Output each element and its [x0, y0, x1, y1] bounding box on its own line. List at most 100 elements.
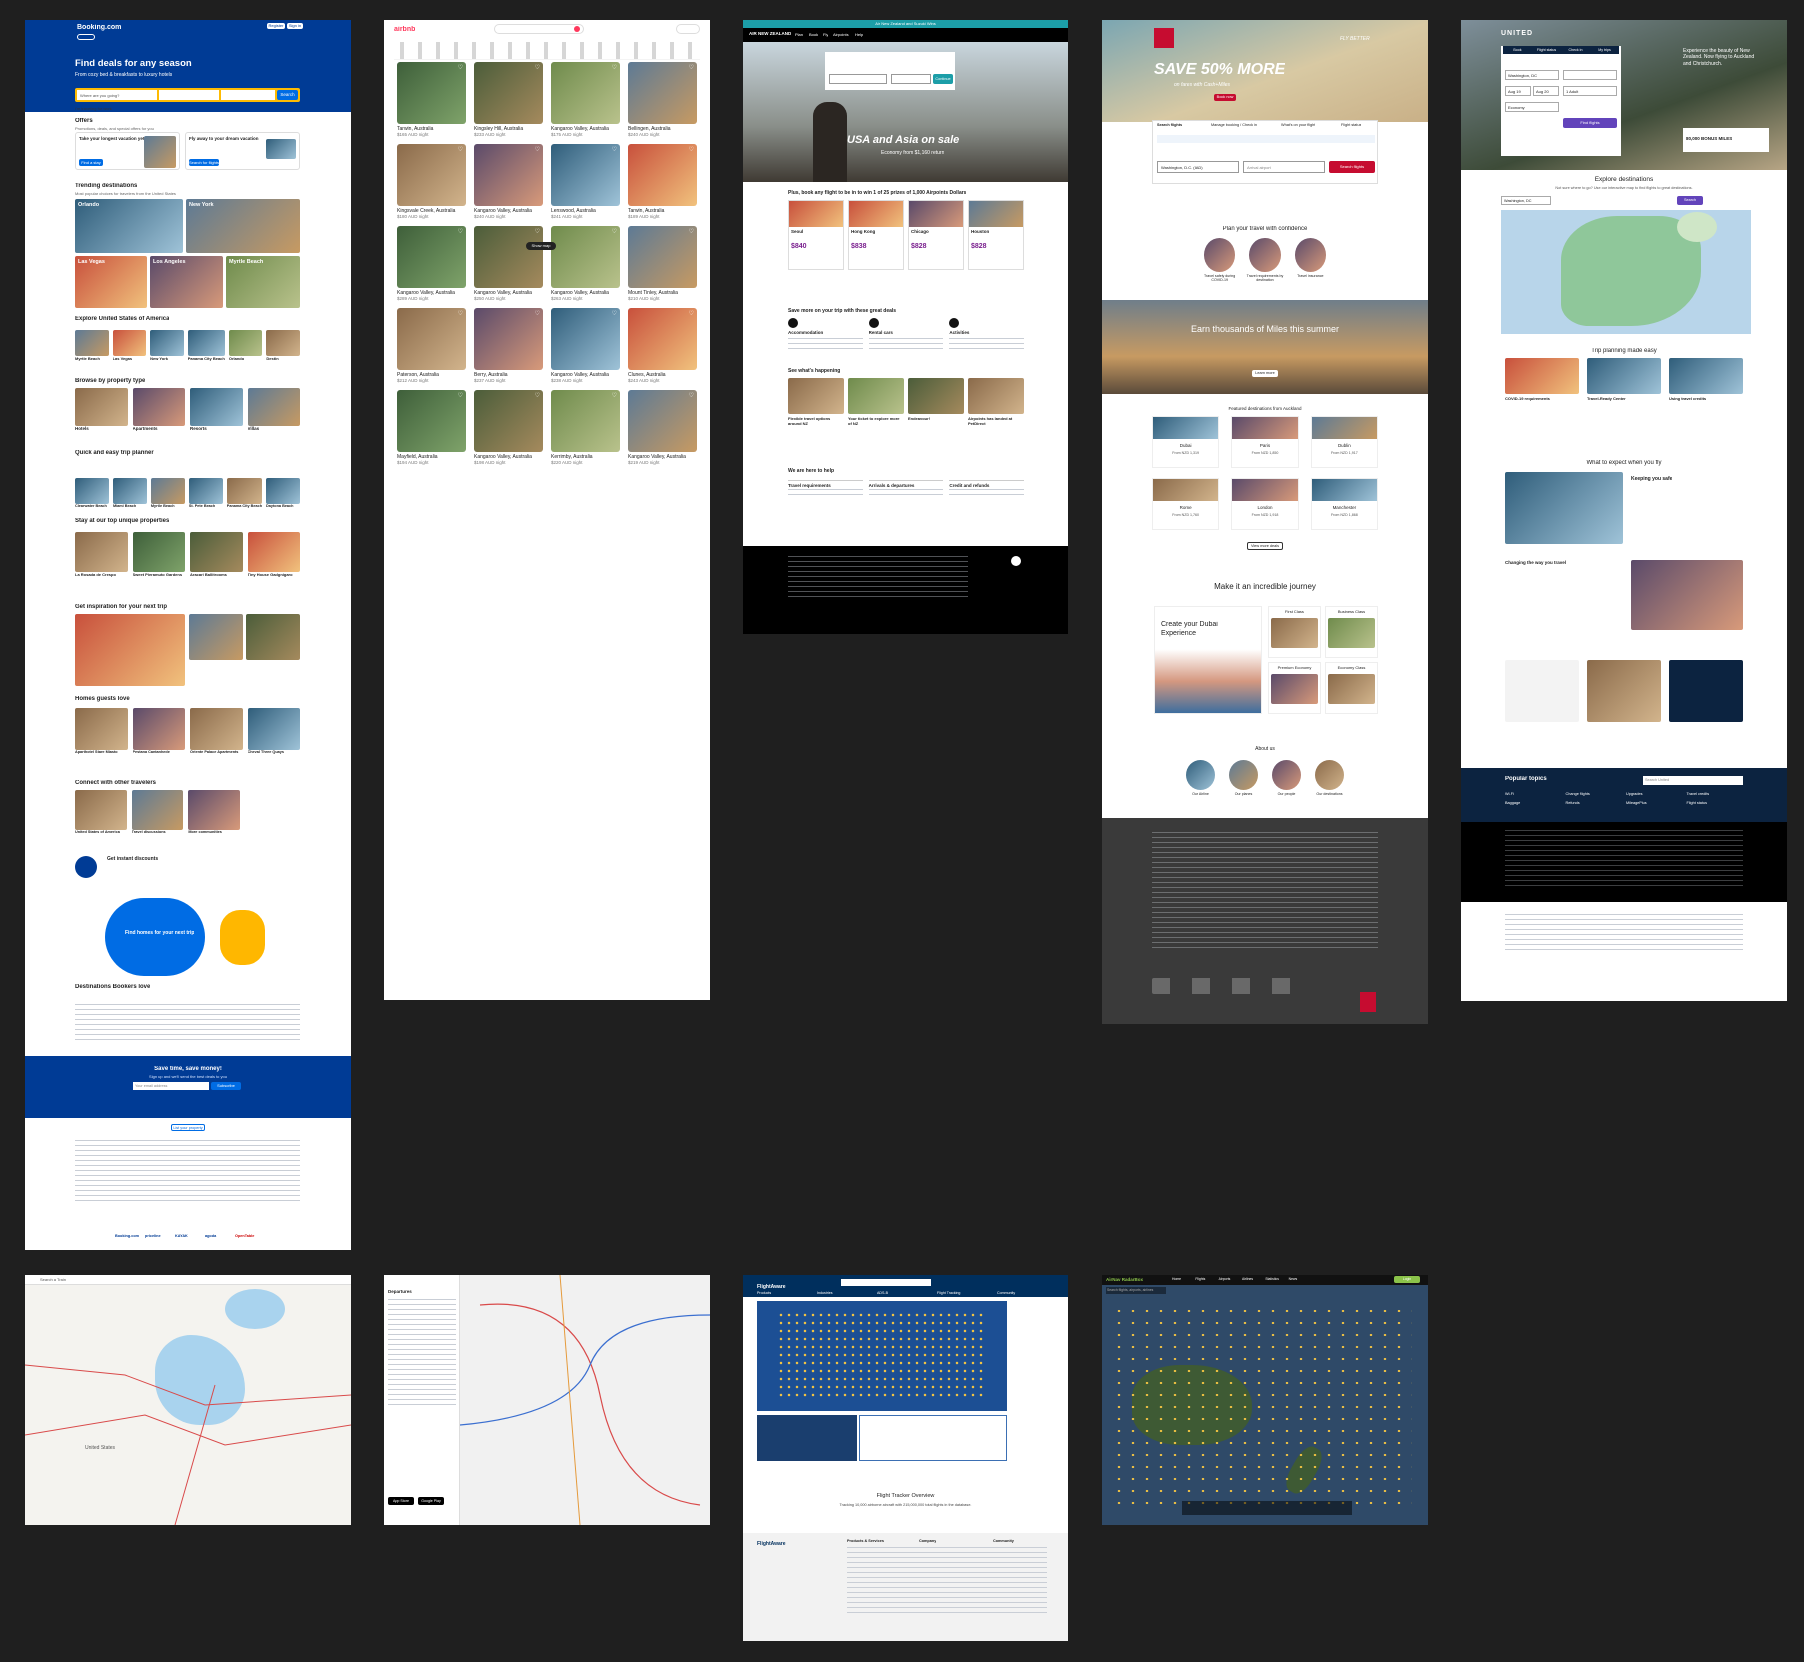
nav-item[interactable]: Airports	[1219, 1277, 1242, 1281]
user-menu[interactable]	[676, 24, 700, 34]
explore-item[interactable]: Myrtle Beach	[75, 330, 109, 361]
listing-card[interactable]: ♡ Mayfield, Australia $194 AUD night	[397, 389, 466, 466]
connect-item[interactable]: Travel discussions	[131, 790, 184, 835]
nav-book[interactable]: Book	[809, 32, 818, 37]
explore-item[interactable]: Orlando	[228, 330, 263, 361]
tab-search-flights[interactable]: Search flights	[1157, 123, 1182, 128]
from-input[interactable]	[829, 74, 887, 84]
brand-logo[interactable]: KAYAK	[175, 1234, 205, 1239]
about-item[interactable]: Our people	[1268, 760, 1305, 796]
offer-card-2[interactable]: Fly away to your dream vacation Search f…	[185, 132, 300, 170]
heart-icon[interactable]: ♡	[458, 311, 463, 319]
heart-icon[interactable]: ♡	[689, 393, 694, 401]
heart-icon[interactable]: ♡	[535, 147, 540, 155]
signin-button[interactable]: Sign in	[287, 23, 303, 29]
popular-link[interactable]: Travel credits	[1687, 792, 1744, 797]
unique-item[interactable]: La Rosada de Crespo	[75, 532, 128, 577]
newsletter-email-input[interactable]: Your email address	[133, 1082, 209, 1090]
heart-icon[interactable]: ♡	[458, 65, 463, 73]
listing-card[interactable]: ♡ Lenswood, Australia $241 AUD night	[551, 143, 620, 220]
app-store-badge[interactable]: App Store	[388, 1497, 414, 1505]
nav-item[interactable]: Flights	[1195, 1277, 1218, 1281]
search-button[interactable]: Search	[277, 90, 298, 100]
explore-from-input[interactable]: Washington, DC	[1501, 196, 1551, 205]
listing-card[interactable]: ♡ Kangaroo Valley, Australia $219 AUD nigh…	[628, 389, 697, 466]
show-map-button[interactable]: Show map	[526, 242, 556, 250]
view-more-button[interactable]: View more deals	[1247, 542, 1283, 550]
guests-input[interactable]	[221, 90, 275, 100]
deal-card[interactable]: Houston $828	[968, 200, 1024, 270]
heart-icon[interactable]: ♡	[689, 65, 694, 73]
promo-tile[interactable]	[1505, 660, 1579, 722]
deal-card[interactable]: Seoul $840	[788, 200, 844, 270]
offer-card-1[interactable]: Take your longest vacation yet Find a st…	[75, 132, 180, 170]
booking-logo[interactable]: Booking.com	[77, 24, 121, 33]
to-input[interactable]	[1563, 70, 1617, 80]
brand-logo[interactable]: OpenTable	[235, 1234, 265, 1239]
tab-check-in[interactable]: Check in	[1561, 48, 1590, 52]
aircraft-overlay[interactable]	[1112, 1305, 1412, 1505]
popular-link[interactable]: Upgrades	[1626, 792, 1683, 797]
list-property-button[interactable]: List your property	[171, 1124, 205, 1131]
cabin-card[interactable]: Business Class	[1325, 606, 1378, 658]
brand-logo[interactable]: agoda	[205, 1234, 235, 1239]
nav-item[interactable]: Community	[997, 1291, 1057, 1295]
home-item[interactable]: Pestana Cantanhede	[132, 708, 185, 755]
destination-card[interactable]: London From NZD 1,918	[1231, 478, 1299, 530]
promo-banner[interactable]: Find homes for your next trip	[105, 898, 275, 976]
continue-button[interactable]: Continue	[933, 74, 953, 84]
heart-icon[interactable]: ♡	[689, 147, 694, 155]
heart-icon[interactable]: ♡	[458, 229, 463, 237]
popular-link[interactable]: Flight status	[1687, 801, 1744, 806]
nav-item[interactable]: Industries	[817, 1291, 877, 1295]
home-item[interactable]: Cheval Three Quays	[247, 708, 300, 755]
tab-flight-status[interactable]: Flight status	[1341, 123, 1361, 128]
listing-card[interactable]: ♡ Tarwin, Australia $189 AUD night	[628, 143, 697, 220]
from-input[interactable]: Washington, DC	[1505, 70, 1559, 80]
travelers-input[interactable]: 1 Adult	[1563, 86, 1617, 96]
nav-item[interactable]: Flight Tracking	[937, 1291, 997, 1295]
deal-card[interactable]: Chicago $828	[908, 200, 964, 270]
popular-link[interactable]: Refunds	[1566, 801, 1623, 806]
tab-flight-status[interactable]: Flight status	[1532, 48, 1561, 52]
listing-card[interactable]: ♡ Kangaroo Valley, Australia $250 AUD nigh…	[474, 225, 543, 302]
trip-item[interactable]: Clearwater Beach	[75, 478, 109, 509]
happening-item[interactable]: Airpoints has landed at PetDirect	[968, 378, 1024, 426]
fa-logo[interactable]: FlightAware	[757, 1284, 786, 1290]
airbnb-search-pill[interactable]	[494, 24, 584, 34]
subscribe-button[interactable]: Subscribe	[211, 1082, 241, 1090]
listing-card[interactable]: ♡ Kerrimby, Australia $220 AUD night	[551, 389, 620, 466]
property-item[interactable]: Hotels	[75, 388, 128, 432]
to-input[interactable]	[891, 74, 931, 84]
deal-card[interactable]: Hong Kong $838	[848, 200, 904, 270]
home-item[interactable]: Oriente Palace Apartments	[190, 708, 243, 755]
airnav-search-input[interactable]: Search flights, airports, airlines	[1106, 1287, 1166, 1294]
journey-card[interactable]: Create your Dubai Experience	[1154, 606, 1262, 714]
unique-item[interactable]: Tiny House Gadgnigaro	[247, 532, 300, 577]
popular-link[interactable]: Baggage	[1505, 801, 1562, 806]
heart-icon[interactable]: ♡	[612, 393, 617, 401]
property-item[interactable]: Villas	[247, 388, 300, 432]
listing-card[interactable]: ♡ Mount Tinley, Australia $210 AUD night	[628, 225, 697, 302]
google-play-badge[interactable]: Google Play	[418, 1497, 444, 1505]
emirates-logo[interactable]	[1154, 28, 1174, 48]
train-search-input[interactable]: Search a Train	[39, 1276, 99, 1284]
planning-item[interactable]: Using travel credits	[1669, 358, 1743, 401]
listing-card[interactable]: ♡ Kangaroo Valley, Australia $238 AUD nigh…	[551, 307, 620, 384]
trending-card-5[interactable]: Myrtle Beach	[226, 256, 300, 308]
planning-item[interactable]: COVID-19 requirements	[1505, 358, 1579, 401]
help-item[interactable]: Arrivals & departures	[868, 480, 944, 499]
listing-card[interactable]: ♡ Clunes, Australia $243 AUD night	[628, 307, 697, 384]
nav-airpoints[interactable]: Airpoints	[833, 32, 849, 37]
cabin-card[interactable]: Economy Class	[1325, 662, 1378, 714]
explore-item[interactable]: New York	[150, 330, 184, 361]
heart-icon[interactable]: ♡	[535, 229, 540, 237]
register-button[interactable]: Register	[267, 23, 285, 29]
trip-item[interactable]: Miami Beach	[112, 478, 147, 509]
inspiration-card-3[interactable]	[246, 614, 300, 660]
planning-item[interactable]: Travel-Ready Center	[1587, 358, 1661, 401]
brand-logo[interactable]: Booking.com	[115, 1234, 145, 1239]
heart-icon[interactable]: ♡	[535, 65, 540, 73]
tab-manage-booking[interactable]: Manage booking / Check in	[1211, 123, 1257, 128]
trending-card-4[interactable]: Los Angeles	[150, 256, 223, 308]
